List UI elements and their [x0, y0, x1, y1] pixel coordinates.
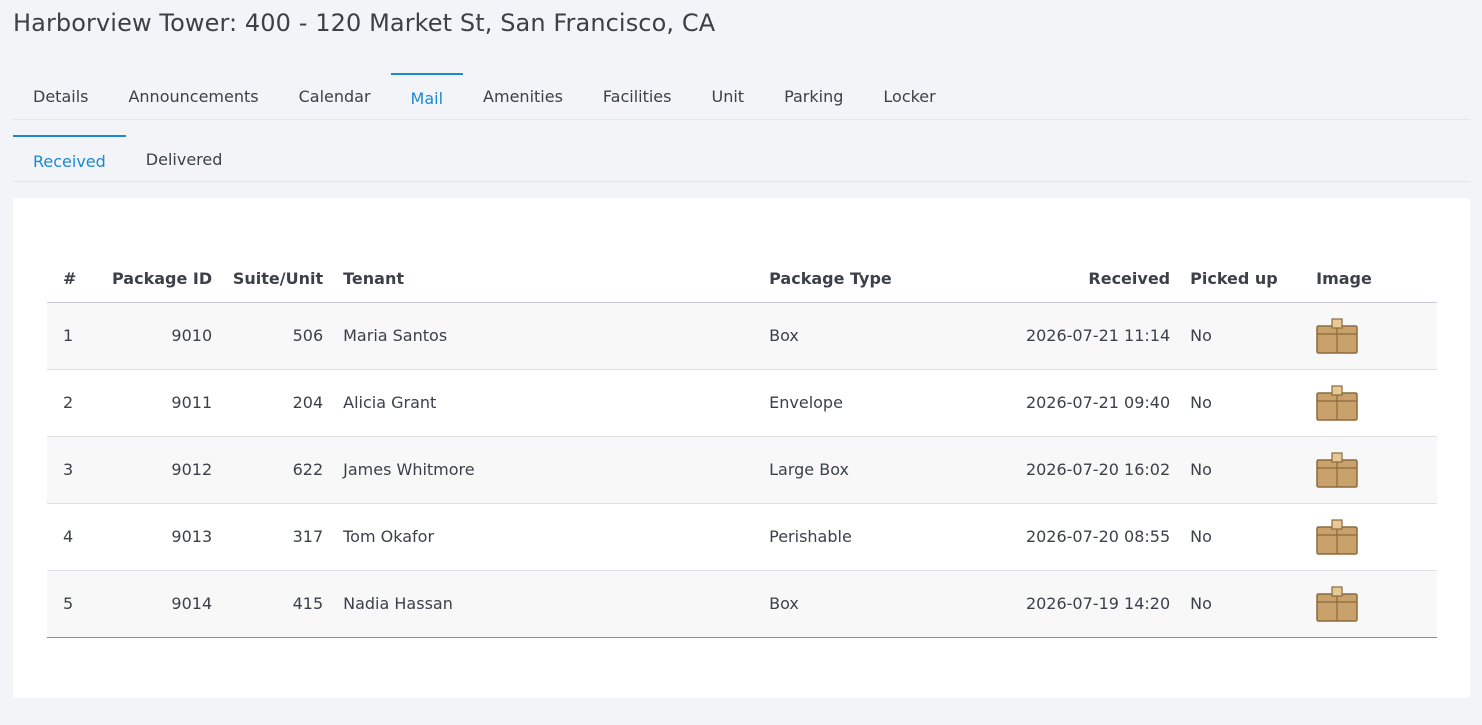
cell-package-id: 9010 [102, 302, 223, 370]
header-received[interactable]: Received [959, 255, 1181, 303]
cell-index: 2 [47, 369, 102, 437]
tab-calendar[interactable]: Calendar [279, 73, 391, 119]
package-box-icon[interactable] [1316, 518, 1358, 555]
table-row[interactable]: 5 9014 415 Nadia Hassan Box 2026-07-19 1… [47, 570, 1437, 638]
subtab-received[interactable]: Received [13, 135, 126, 181]
subtab-delivered[interactable]: Delivered [126, 135, 243, 181]
cell-index: 1 [47, 302, 102, 370]
mail-subtabs: Received Delivered [13, 135, 1470, 182]
cell-picked-up: No [1180, 369, 1303, 437]
cell-package-type: Box [759, 570, 960, 638]
tab-details[interactable]: Details [13, 73, 108, 119]
cell-suite-unit: 415 [222, 570, 334, 638]
header-image: Image [1302, 255, 1437, 303]
cell-received: 2026-07-20 08:55 [959, 503, 1181, 571]
cell-picked-up: No [1180, 503, 1303, 571]
cell-package-id: 9014 [102, 570, 223, 638]
cell-picked-up: No [1180, 436, 1303, 504]
cell-package-id: 9012 [102, 436, 223, 504]
tab-amenities[interactable]: Amenities [463, 73, 583, 119]
cell-index: 4 [47, 503, 102, 571]
cell-received: 2026-07-20 16:02 [959, 436, 1181, 504]
cell-received: 2026-07-21 11:14 [959, 302, 1181, 370]
packages-card: # Package ID Suite/Unit Tenant Package T… [13, 198, 1470, 698]
cell-image [1302, 436, 1437, 504]
header-picked-up[interactable]: Picked up [1180, 255, 1303, 303]
cell-image [1302, 570, 1437, 638]
main-tabs: Details Announcements Calendar Mail Amen… [13, 73, 1470, 120]
header-tenant[interactable]: Tenant [333, 255, 760, 303]
cell-suite-unit: 622 [222, 436, 334, 504]
package-box-icon[interactable] [1316, 451, 1358, 488]
cell-tenant: Tom Okafor [333, 503, 760, 571]
table-row[interactable]: 3 9012 622 James Whitmore Large Box 2026… [47, 436, 1437, 504]
header-package-type[interactable]: Package Type [759, 255, 960, 303]
packages-table: # Package ID Suite/Unit Tenant Package T… [47, 255, 1437, 638]
cell-picked-up: No [1180, 570, 1303, 638]
header-index[interactable]: # [47, 255, 102, 303]
cell-package-type: Large Box [759, 436, 960, 504]
cell-tenant: Nadia Hassan [333, 570, 760, 638]
header-package-id[interactable]: Package ID [102, 255, 223, 303]
cell-package-id: 9013 [102, 503, 223, 571]
cell-suite-unit: 506 [222, 302, 334, 370]
cell-received: 2026-07-21 09:40 [959, 369, 1181, 437]
cell-tenant: Alicia Grant [333, 369, 760, 437]
cell-suite-unit: 317 [222, 503, 334, 571]
cell-received: 2026-07-19 14:20 [959, 570, 1181, 638]
package-box-icon[interactable] [1316, 585, 1358, 622]
cell-index: 5 [47, 570, 102, 638]
cell-image [1302, 302, 1437, 370]
tab-locker[interactable]: Locker [863, 73, 955, 119]
table-header-row: # Package ID Suite/Unit Tenant Package T… [47, 255, 1437, 303]
tab-unit[interactable]: Unit [691, 73, 764, 119]
tab-parking[interactable]: Parking [764, 73, 863, 119]
table-row[interactable]: 4 9013 317 Tom Okafor Perishable 2026-07… [47, 503, 1437, 571]
cell-tenant: Maria Santos [333, 302, 760, 370]
cell-package-type: Envelope [759, 369, 960, 437]
package-box-icon[interactable] [1316, 317, 1358, 354]
cell-picked-up: No [1180, 302, 1303, 370]
page-title: Harborview Tower: 400 - 120 Market St, S… [13, 9, 716, 37]
cell-image [1302, 369, 1437, 437]
tab-announcements[interactable]: Announcements [108, 73, 278, 119]
tab-mail[interactable]: Mail [390, 73, 464, 119]
cell-package-type: Perishable [759, 503, 960, 571]
cell-index: 3 [47, 436, 102, 504]
tab-facilities[interactable]: Facilities [583, 73, 692, 119]
cell-image [1302, 503, 1437, 571]
table-row[interactable]: 2 9011 204 Alicia Grant Envelope 2026-07… [47, 369, 1437, 437]
cell-tenant: James Whitmore [333, 436, 760, 504]
cell-package-type: Box [759, 302, 960, 370]
cell-suite-unit: 204 [222, 369, 334, 437]
cell-package-id: 9011 [102, 369, 223, 437]
table-row[interactable]: 1 9010 506 Maria Santos Box 2026-07-21 1… [47, 302, 1437, 370]
header-suite-unit[interactable]: Suite/Unit [222, 255, 334, 303]
package-box-icon[interactable] [1316, 384, 1358, 421]
